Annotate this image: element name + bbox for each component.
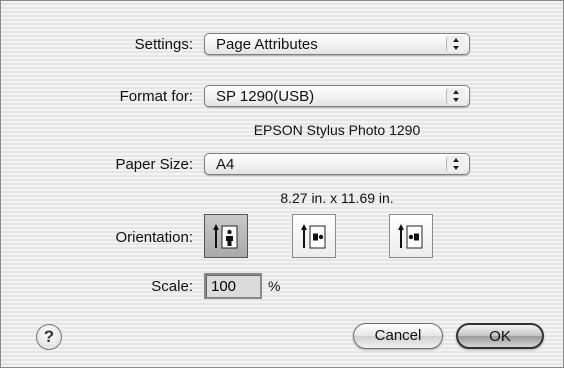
orientation-portrait-button[interactable]: [204, 214, 248, 258]
paper-size-popup-value: A4: [216, 156, 235, 173]
settings-popup-value: Page Attributes: [216, 36, 318, 53]
landscape-right-icon: [398, 224, 423, 249]
page-setup-dialog: Settings: Page Attributes Format for: SP…: [0, 0, 564, 368]
popup-arrows-icon: [446, 88, 465, 104]
help-button[interactable]: ?: [36, 324, 62, 350]
help-icon: ?: [43, 327, 55, 346]
settings-popup[interactable]: Page Attributes: [204, 33, 470, 55]
scale-label: Scale:: [151, 278, 193, 295]
format-for-popup-value: SP 1290(USB): [216, 88, 315, 105]
printer-description: EPSON Stylus Photo 1290: [253, 122, 421, 138]
portrait-icon: [213, 224, 238, 249]
settings-label: Settings:: [134, 36, 193, 53]
popup-arrows-icon: [446, 36, 465, 52]
orientation-label: Orientation:: [115, 229, 193, 246]
paper-dimensions: 8.27 in. x 11.69 in.: [280, 190, 394, 206]
orientation-landscape-right-button[interactable]: [389, 214, 433, 258]
popup-arrows-icon: [446, 156, 465, 172]
scale-unit: %: [268, 278, 281, 294]
orientation-landscape-left-button[interactable]: [292, 214, 336, 258]
format-for-popup[interactable]: SP 1290(USB): [204, 85, 470, 107]
format-for-label: Format for:: [119, 88, 193, 105]
scale-input[interactable]: [204, 273, 262, 299]
paper-size-label: Paper Size:: [115, 156, 193, 173]
ok-button[interactable]: OK: [456, 323, 544, 349]
cancel-button[interactable]: Cancel: [353, 323, 443, 349]
landscape-left-icon: [301, 224, 326, 249]
paper-size-popup[interactable]: A4: [204, 153, 470, 175]
